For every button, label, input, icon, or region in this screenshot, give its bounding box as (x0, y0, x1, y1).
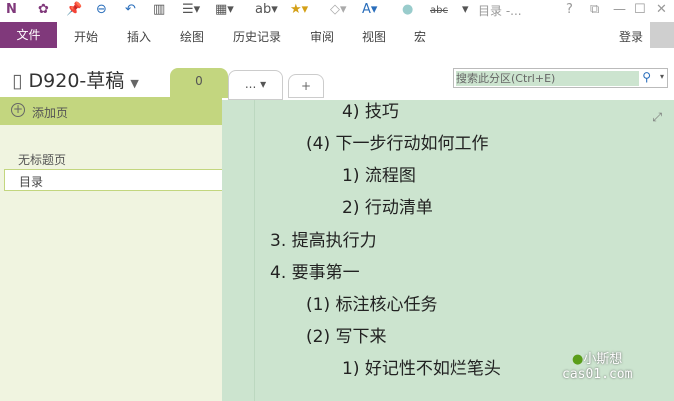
notebook-icon: ▯ (12, 70, 23, 92)
search-icon[interactable]: ⚲ (642, 70, 651, 84)
onenote-logo-icon: N (6, 2, 17, 17)
note-line[interactable]: 4. 要事第一 (270, 258, 360, 283)
login-link[interactable]: 登录 (619, 28, 643, 45)
note-line[interactable]: 2) 行动清单 (342, 193, 433, 218)
notebook-name: D920-草稿 (28, 70, 125, 92)
more-label: ... (244, 77, 257, 91)
wechat-icon: ● (572, 352, 584, 367)
help-button[interactable]: ? (566, 2, 573, 17)
search-scope-dropdown[interactable]: ▾ (660, 72, 664, 81)
circle-icon[interactable]: ● (402, 2, 413, 17)
macro-icon[interactable]: ✿ (38, 2, 49, 17)
section-tab-more[interactable]: ... ▾ (228, 70, 283, 100)
spelling-icon[interactable]: ab▾ (255, 2, 278, 17)
numbered-list-icon[interactable]: ☰▾ (182, 2, 200, 17)
add-page-button[interactable]: + 添加页 (0, 97, 222, 125)
tab-view[interactable]: 视图 (362, 28, 386, 45)
page-layout-icon[interactable]: ▥ (153, 2, 165, 17)
page-list-panel (0, 97, 222, 401)
chevron-down-icon: ▼ (130, 77, 139, 90)
watermark-site: cas01.com (562, 367, 633, 382)
avatar[interactable] (650, 22, 674, 48)
tab-home[interactable]: 开始 (74, 28, 98, 45)
note-line[interactable]: 1) 流程图 (342, 161, 416, 186)
table-icon[interactable]: ▦▾ (215, 2, 234, 17)
tab-macro[interactable]: 宏 (414, 28, 426, 45)
close-button[interactable]: ✕ (656, 2, 667, 17)
minimize-button[interactable]: — (613, 2, 626, 17)
watermark: ●小斯想 cas01.com (562, 348, 632, 382)
maximize-button[interactable]: ☐ (634, 2, 646, 17)
search-input[interactable]: 搜索此分区(Ctrl+E) (456, 71, 639, 86)
tab-history[interactable]: 历史记录 (233, 28, 281, 45)
expand-icon[interactable]: ⤢ (652, 110, 662, 125)
add-section-button[interactable]: + (288, 74, 324, 98)
note-line[interactable]: (4) 下一步行动如何工作 (306, 129, 488, 154)
note-line[interactable]: 4) 技巧 (342, 97, 399, 122)
section-tab-0[interactable]: 0 (170, 68, 228, 98)
tag-icon[interactable]: ★▾ (290, 2, 308, 17)
quick-access-toolbar: N ✿ 📌 ⊖ ↶ ▥ ☰▾ ▦▾ ab▾ ★▾ ◇▾ A▾ ● abc ▾ 目… (0, 0, 674, 22)
tab-review[interactable]: 审阅 (310, 28, 334, 45)
highlight-icon[interactable]: ◇▾ (330, 2, 347, 17)
search-box[interactable]: 搜索此分区(Ctrl+E) ⚲ ▾ (453, 68, 668, 88)
note-line[interactable]: (2) 写下来 (306, 322, 386, 347)
margin-line (254, 100, 255, 401)
ribbon-display-button[interactable]: ⧉ (590, 2, 599, 17)
window-title: 目录 -... (478, 4, 522, 18)
plus-circle-icon: + (11, 102, 25, 117)
tab-insert[interactable]: 插入 (127, 28, 151, 45)
add-page-label: 添加页 (32, 106, 69, 120)
note-line[interactable]: 3. 提高执行力 (270, 226, 377, 251)
notebook-selector[interactable]: ▯ D920-草稿 ▼ (12, 66, 139, 93)
strikethrough-icon[interactable]: abc (430, 5, 448, 16)
font-color-icon[interactable]: A▾ (362, 2, 377, 17)
back-icon[interactable]: ⊖ (96, 2, 107, 17)
page-item-untitled[interactable]: 无标题页 (18, 151, 66, 168)
pin-icon[interactable]: 📌 (66, 2, 82, 17)
more-icon[interactable]: ▾ (462, 2, 469, 17)
undo-icon[interactable]: ↶ (125, 2, 136, 17)
file-tab[interactable]: 文件 (0, 22, 57, 48)
note-canvas[interactable]: ⤢ 4) 技巧 (4) 下一步行动如何工作 1) 流程图 2) 行动清单 3. … (222, 100, 674, 401)
note-line[interactable]: (1) 标注核心任务 (306, 290, 437, 315)
note-line[interactable]: 1) 好记性不如烂笔头 (342, 354, 501, 379)
page-item-toc[interactable]: 目录 (4, 169, 222, 191)
watermark-name: 小斯想 (583, 352, 623, 367)
tab-draw[interactable]: 绘图 (180, 28, 204, 45)
